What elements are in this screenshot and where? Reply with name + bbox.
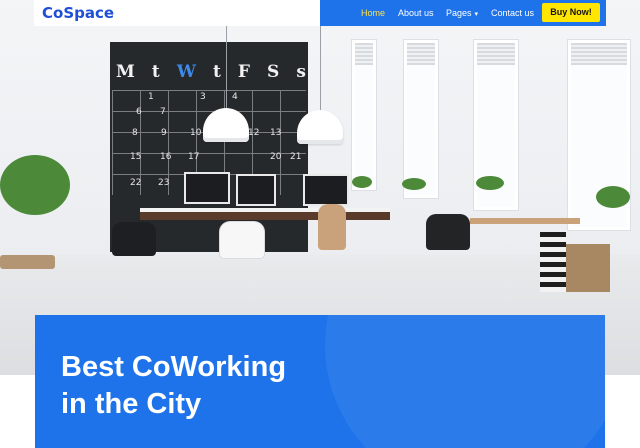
chalk-number: 23 — [158, 178, 170, 188]
plant — [402, 178, 426, 190]
lamp-cord — [226, 26, 227, 110]
side-table — [470, 218, 580, 224]
chevron-down-icon: ▾ — [474, 11, 479, 18]
chalk-letter: M — [116, 62, 135, 82]
chalk-number: 10 — [190, 128, 202, 138]
chalkboard-weekday-letters: M t W t F S s — [116, 62, 306, 82]
chalk-letter: W — [176, 62, 196, 82]
nav-pages[interactable]: Pages ▾ — [446, 8, 478, 18]
chalk-number: 4 — [232, 92, 238, 102]
chalk-number: 21 — [290, 152, 302, 162]
nav-home[interactable]: Home — [361, 8, 385, 18]
hero-title-line-1: Best CoWorking — [61, 351, 287, 383]
nav-pages-label: Pages — [446, 8, 472, 18]
striped-bag — [540, 232, 566, 292]
rug — [0, 255, 55, 269]
nav-contact-us[interactable]: Contact us — [491, 8, 534, 18]
chalk-number: 17 — [188, 152, 200, 162]
chalk-number: 22 — [130, 178, 142, 188]
chalk-letter: t — [212, 62, 221, 82]
chalk-number: 20 — [270, 152, 282, 162]
hero-card: Best CoWorking in the City — [35, 315, 605, 448]
chalk-number: 13 — [270, 128, 282, 138]
chalk-letter: t — [151, 62, 160, 82]
chalk-number: 6 — [136, 107, 142, 117]
lamp-cord — [320, 26, 321, 112]
monitor — [303, 174, 349, 206]
chalk-number: 7 — [160, 107, 166, 117]
window — [404, 40, 438, 198]
hero-title: Best CoWorking in the City — [61, 349, 381, 423]
buy-now-button[interactable]: Buy Now! — [542, 3, 600, 22]
monitor — [184, 172, 230, 204]
plant — [352, 176, 372, 188]
chair-black — [112, 222, 156, 256]
plant — [476, 176, 504, 190]
paper-bag — [566, 244, 610, 292]
plant — [0, 155, 70, 215]
chalk-number: 16 — [160, 152, 172, 162]
hero-title-line-2: in the City — [61, 388, 202, 420]
chalk-number: 12 — [248, 128, 260, 138]
plant — [596, 186, 630, 208]
chalk-number: 8 — [132, 128, 138, 138]
site-logo[interactable]: CoSpace — [42, 4, 114, 22]
window — [352, 40, 376, 190]
chalk-letter: s — [296, 62, 306, 82]
chalk-letter: S — [267, 62, 280, 82]
monitor — [236, 174, 276, 206]
chair-white — [220, 222, 264, 258]
chair-director — [426, 214, 470, 250]
nav-about-us[interactable]: About us — [398, 8, 434, 18]
desk — [140, 212, 390, 220]
chair-wood — [318, 204, 346, 250]
pendant-lamp — [297, 110, 343, 144]
chalk-number: 3 — [200, 92, 206, 102]
chalk-letter: F — [237, 62, 250, 82]
chalk-number: 15 — [130, 152, 142, 162]
chalk-number: 9 — [161, 128, 167, 138]
chalk-number: 1 — [148, 92, 154, 102]
